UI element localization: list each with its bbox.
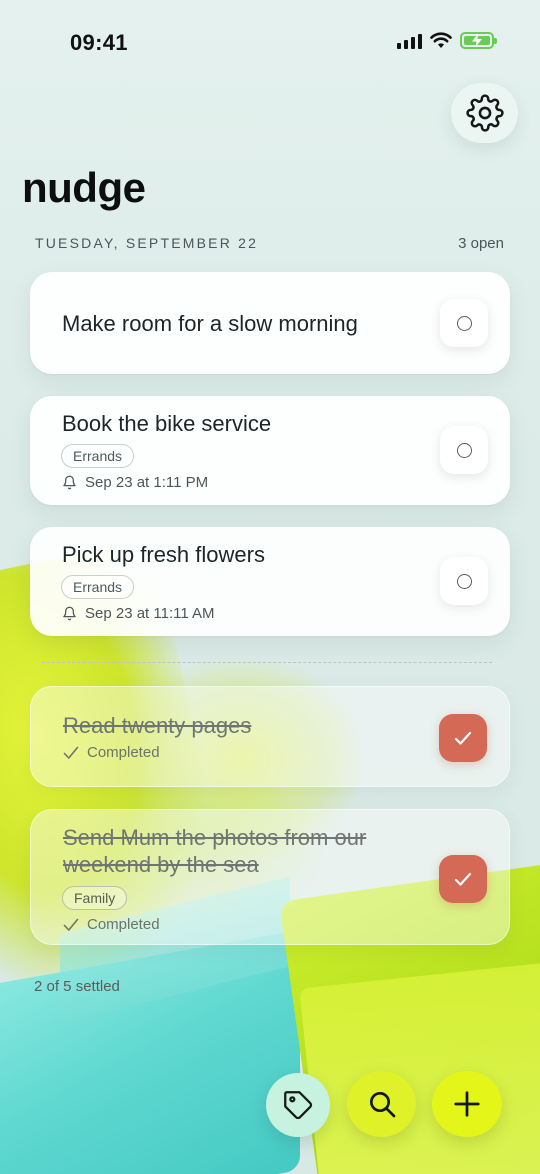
task-title-line1: Send Mum the photos from our (63, 825, 367, 850)
bell-icon (63, 606, 76, 621)
task-title: Read twenty pages (63, 713, 252, 738)
open-count: 3 open (458, 235, 504, 252)
tags-button[interactable] (266, 1073, 330, 1137)
status-icons (397, 32, 497, 49)
completed-row: Completed (63, 744, 160, 761)
tag-chip[interactable]: Errands (61, 575, 135, 599)
tag-chip[interactable]: Family (62, 886, 128, 910)
tag-icon (284, 1091, 313, 1120)
status-time: 09:41 (70, 30, 128, 55)
checkmark-icon (63, 746, 79, 759)
settings-button[interactable] (451, 83, 518, 143)
completed-task-card[interactable]: Read twenty pages Completed (30, 686, 510, 787)
complete-checkbox[interactable] (440, 557, 488, 605)
wifi-icon (430, 32, 452, 48)
complete-checkbox-checked[interactable] (439, 714, 487, 762)
circle-icon (456, 315, 472, 331)
complete-checkbox-checked[interactable] (439, 855, 487, 903)
task-title: Book the bike service (62, 411, 272, 436)
complete-checkbox[interactable] (440, 299, 488, 347)
plus-icon (454, 1091, 480, 1117)
complete-checkbox[interactable] (440, 426, 488, 474)
settled-count: 2 of 5 settled (34, 978, 120, 995)
signal-icon (397, 33, 422, 49)
completed-row: Completed (63, 916, 160, 933)
app-title: nudge (22, 164, 146, 211)
search-icon (369, 1092, 395, 1118)
reminder-row: Sep 23 at 11:11 AM (62, 605, 215, 622)
circle-icon (456, 573, 472, 589)
tag-chip[interactable]: Errands (61, 444, 135, 468)
completed-status: Completed (87, 916, 160, 933)
date-label: TUESDAY, SEPTEMBER 22 (35, 235, 259, 251)
search-button[interactable] (347, 1071, 416, 1137)
reminder-text: Sep 23 at 11:11 AM (85, 605, 215, 622)
battery-charging-icon (460, 32, 497, 49)
checkmark-icon (454, 872, 472, 886)
task-title: Make room for a slow morning (62, 311, 358, 336)
task-card[interactable]: Make room for a slow morning (30, 272, 510, 374)
task-title-line2: weekend by the sea (63, 852, 259, 877)
checkmark-icon (454, 731, 472, 745)
completed-task-card[interactable]: Send Mum the photos from our weekend by … (30, 809, 510, 945)
completed-status: Completed (87, 744, 160, 761)
completed-divider (42, 662, 492, 663)
checkmark-icon (63, 918, 79, 931)
task-title: Send Mum the photos from our weekend by … (63, 824, 366, 878)
circle-icon (456, 442, 472, 458)
task-title: Pick up fresh flowers (62, 542, 265, 567)
gear-icon (465, 94, 504, 132)
add-task-button[interactable] (432, 1071, 502, 1137)
task-card[interactable]: Pick up fresh flowers Errands Sep 23 at … (30, 527, 510, 636)
reminder-text: Sep 23 at 1:11 PM (85, 474, 209, 491)
reminder-row: Sep 23 at 1:11 PM (62, 474, 208, 491)
task-card[interactable]: Book the bike service Errands Sep 23 at … (30, 396, 510, 505)
bell-icon (63, 475, 76, 490)
